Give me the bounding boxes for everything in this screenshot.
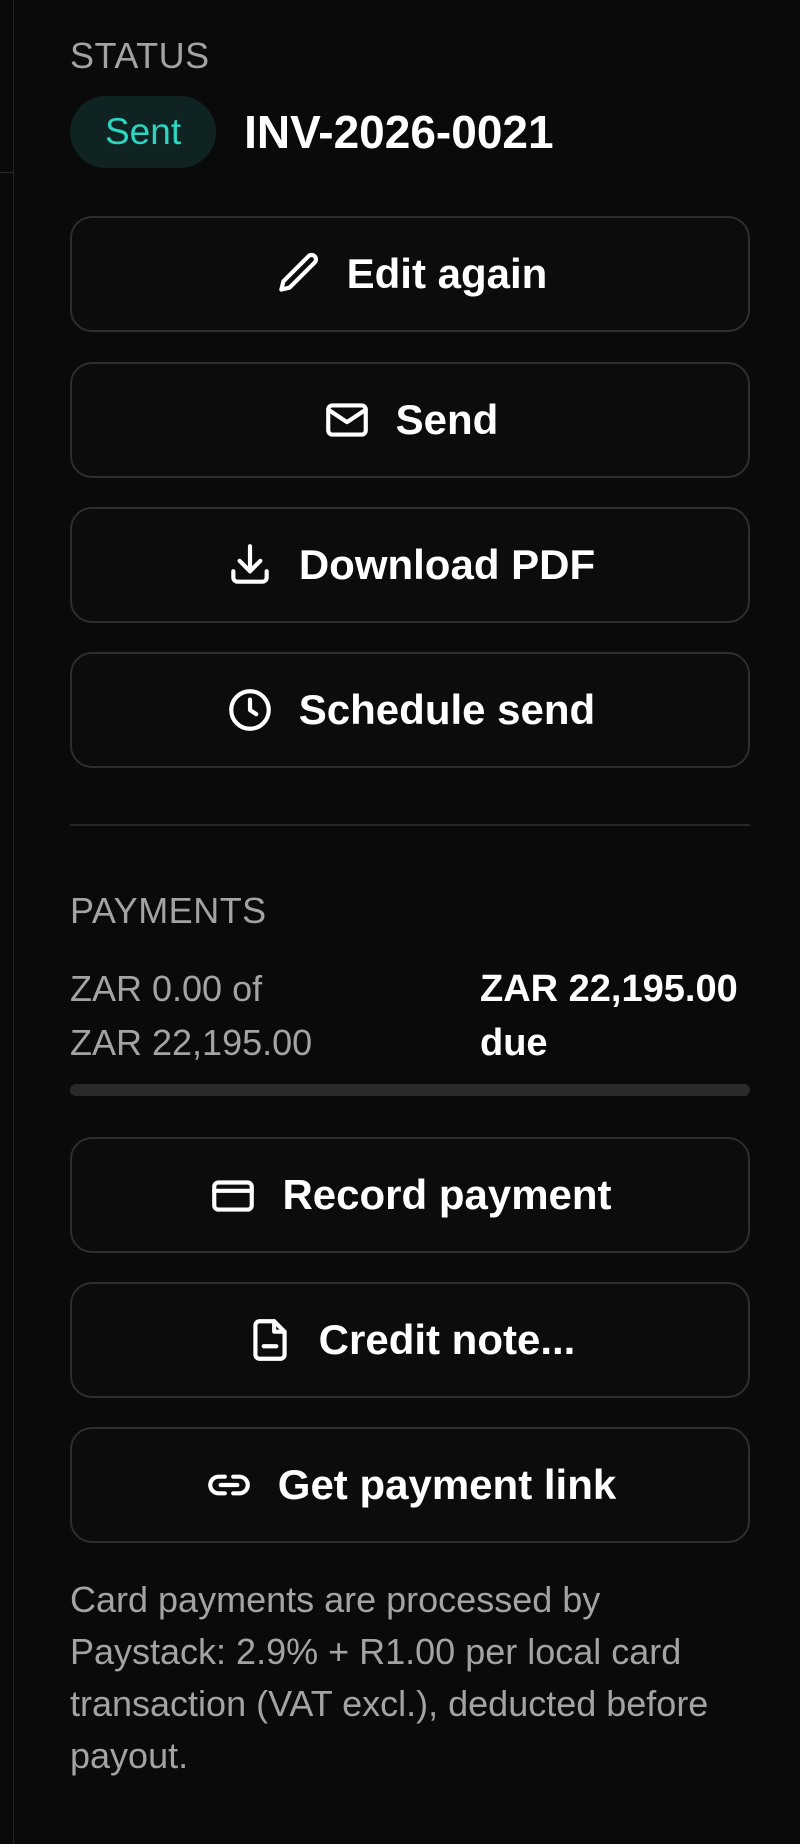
envelope-icon xyxy=(322,395,372,445)
payment-progress-bar xyxy=(70,1084,750,1096)
amount-paid-summary: ZAR 0.00 of ZAR 22,195.00 xyxy=(70,962,390,1070)
left-panel-divider xyxy=(0,172,14,173)
download-pdf-button[interactable]: Download PDF xyxy=(70,507,750,623)
document-icon xyxy=(245,1315,295,1365)
get-payment-link-button[interactable]: Get payment link xyxy=(70,1427,750,1543)
edit-again-button[interactable]: Edit again xyxy=(70,216,750,332)
schedule-send-label: Schedule send xyxy=(298,686,596,733)
clock-icon xyxy=(225,685,275,735)
amount-paid-line1: ZAR 0.00 of xyxy=(70,968,263,1009)
credit-note-button[interactable]: Credit note... xyxy=(70,1282,750,1398)
download-icon xyxy=(225,540,275,590)
get-payment-link-label: Get payment link xyxy=(277,1461,617,1508)
payments-section-label: PAYMENTS xyxy=(70,890,267,931)
amount-due-summary: ZAR 22,195.00 due xyxy=(480,962,760,1070)
payment-fee-note: Card payments are processed by Paystack:… xyxy=(70,1579,709,1776)
invoice-number: INV-2026-0021 xyxy=(244,106,554,158)
status-row: Sent INV-2026-0021 xyxy=(70,96,554,168)
credit-card-icon xyxy=(208,1170,258,1220)
edit-again-label: Edit again xyxy=(346,250,548,297)
section-divider xyxy=(70,824,750,826)
record-payment-button[interactable]: Record payment xyxy=(70,1137,750,1253)
amount-due-line1: ZAR 22,195.00 xyxy=(480,968,738,1010)
schedule-send-button[interactable]: Schedule send xyxy=(70,652,750,768)
left-panel-edge xyxy=(0,0,14,1844)
credit-note-label: Credit note... xyxy=(318,1316,576,1363)
pencil-icon xyxy=(273,249,323,299)
record-payment-label: Record payment xyxy=(282,1171,612,1218)
send-button[interactable]: Send xyxy=(70,362,750,478)
amount-paid-line2: ZAR 22,195.00 xyxy=(70,1022,313,1063)
download-pdf-label: Download PDF xyxy=(298,541,596,588)
link-icon xyxy=(204,1460,254,1510)
send-label: Send xyxy=(395,396,499,443)
status-badge: Sent xyxy=(70,96,217,168)
status-section-label: STATUS xyxy=(70,35,210,76)
amount-due-line2: due xyxy=(480,1022,548,1064)
